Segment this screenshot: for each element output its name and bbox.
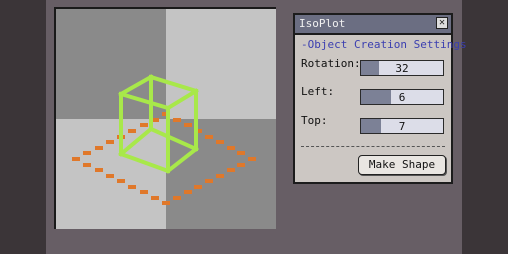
background-left [0, 0, 46, 254]
plane-dot [128, 185, 136, 189]
plane-dot [237, 163, 245, 167]
plane-dot [216, 174, 224, 178]
panel-title: IsoPlot [299, 17, 346, 30]
left-value: 6 [398, 91, 406, 104]
plane-dot [227, 168, 235, 172]
plane-dot [140, 190, 148, 194]
plane-dot [95, 168, 103, 172]
plane-dot [106, 174, 114, 178]
plane-dot [173, 196, 181, 200]
rotation-field[interactable]: 32 [360, 60, 444, 76]
plane-dot [72, 157, 80, 161]
cube-edge [165, 146, 199, 174]
plane-dot [83, 151, 91, 155]
isometric-artwork [72, 74, 256, 205]
cube-edge [165, 88, 199, 111]
plane-dot [194, 185, 202, 189]
cube-edge [118, 151, 171, 174]
cube-edge [148, 126, 199, 152]
background-right [462, 0, 508, 254]
plane-dot [184, 123, 192, 127]
close-button[interactable]: ✕ [436, 17, 448, 29]
close-icon: ✕ [438, 17, 446, 28]
cube-edge [118, 91, 171, 111]
plane-dot [83, 163, 91, 167]
top-value: 7 [398, 120, 406, 133]
top-field[interactable]: 7 [360, 118, 444, 134]
plot-canvas[interactable] [54, 7, 276, 229]
plane-dot [205, 179, 213, 183]
plane-dot [184, 190, 192, 194]
make-shape-button[interactable]: Make Shape [358, 155, 446, 175]
plane-dot [216, 140, 224, 144]
plane-dot [227, 146, 235, 150]
plane-dot [151, 196, 159, 200]
plane-dot [106, 140, 114, 144]
plane-dot [173, 118, 181, 122]
plane-dot [205, 135, 213, 139]
left-label: Left: [301, 85, 335, 98]
plane-dot [117, 179, 125, 183]
cube-edge [118, 74, 154, 97]
plane-dot [140, 123, 148, 127]
plane-dot [248, 157, 256, 161]
orange-diamond-plane [72, 112, 256, 205]
rotation-value: 32 [395, 62, 409, 75]
isoplot-panel: IsoPlot ✕ -Object Creation Settings Rota… [293, 13, 467, 184]
plane-dot [95, 146, 103, 150]
panel-titlebar[interactable]: IsoPlot ✕ [295, 15, 451, 35]
plane-dot [128, 129, 136, 133]
plane-dot [237, 151, 245, 155]
rotation-label: Rotation: [301, 57, 361, 70]
plane-dot [162, 201, 170, 205]
section-heading: -Object Creation Settings [301, 38, 467, 51]
left-field[interactable]: 6 [360, 89, 444, 105]
divider [301, 146, 445, 147]
top-label: Top: [301, 114, 328, 127]
cube-edge [148, 74, 199, 94]
